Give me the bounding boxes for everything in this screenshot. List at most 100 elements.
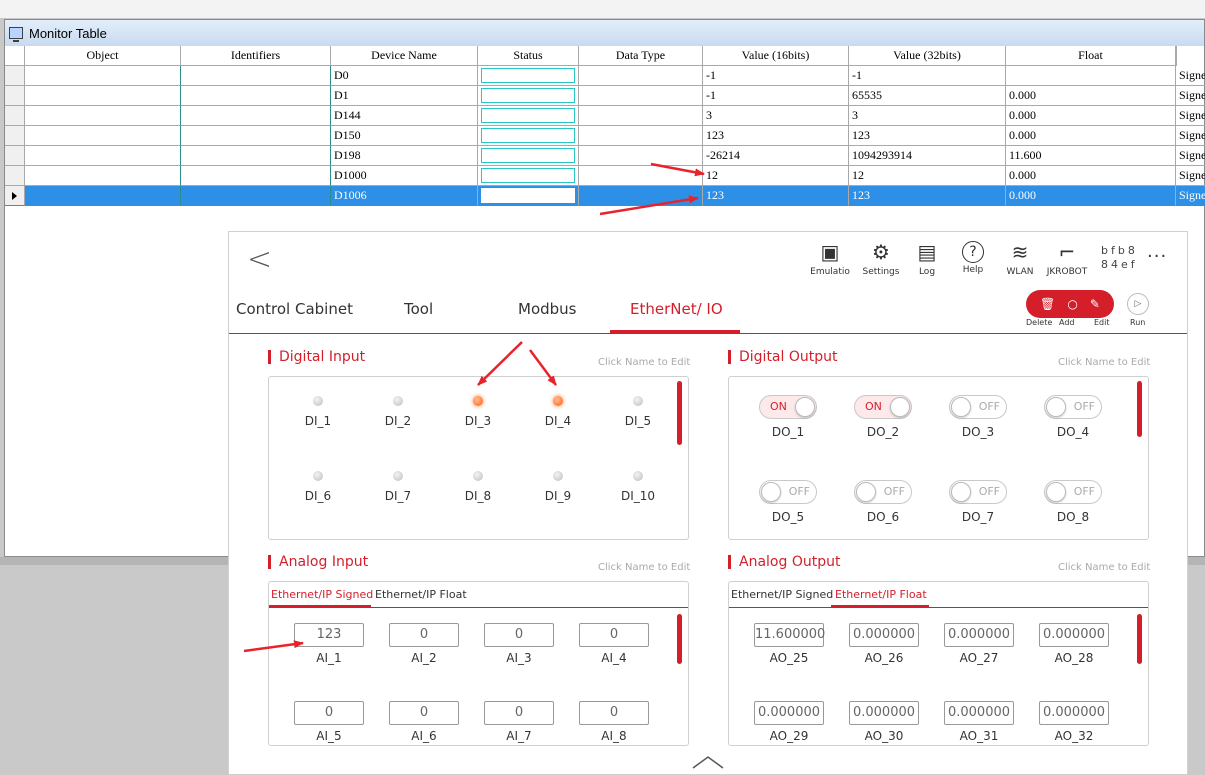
analog-output-value-field[interactable]: 0.000000 xyxy=(944,701,1014,725)
di-label[interactable]: DI_7 xyxy=(368,489,428,503)
status-cell[interactable] xyxy=(478,146,579,166)
table-cell[interactable] xyxy=(181,186,331,206)
di-label[interactable]: DI_3 xyxy=(448,414,508,428)
toolbar-settings-button[interactable]: ⚙ Settings xyxy=(855,239,907,277)
tab-modbus[interactable]: Modbus xyxy=(518,300,576,318)
do-toggle[interactable]: OFF xyxy=(854,480,912,504)
toolbar-emulatio-button[interactable]: ▣ Emulatio xyxy=(804,239,856,277)
do-toggle[interactable]: ON xyxy=(854,395,912,419)
column-header[interactable]: Object xyxy=(25,46,181,66)
di-label[interactable]: DI_10 xyxy=(608,489,668,503)
digital-input-10[interactable]: DI_10 xyxy=(608,471,668,503)
analog-input-label[interactable]: AI_7 xyxy=(479,729,559,743)
table-row[interactable]: D198 -26214 1094293914 11.600 Signe xyxy=(5,146,1205,166)
analog-input-value-field[interactable]: 0 xyxy=(484,623,554,647)
digital-input-3[interactable]: DI_3 xyxy=(448,396,508,428)
digital-input-4[interactable]: DI_4 xyxy=(528,396,588,428)
digital-input-2[interactable]: DI_2 xyxy=(368,396,428,428)
analog-output-value-field[interactable]: 0.000000 xyxy=(754,701,824,725)
table-cell[interactable] xyxy=(25,186,181,206)
do-toggle[interactable]: ON xyxy=(759,395,817,419)
cell-float[interactable]: 0.000 xyxy=(1006,106,1176,126)
tab-ethernet-io[interactable]: EtherNet/ IO xyxy=(630,300,723,318)
table-cell[interactable] xyxy=(25,146,181,166)
analog-input-value-field[interactable]: 0 xyxy=(389,701,459,725)
do-label[interactable]: DO_1 xyxy=(753,425,823,439)
status-cell[interactable] xyxy=(478,126,579,146)
cell-float[interactable] xyxy=(1006,66,1176,86)
table-row[interactable]: D1000 12 12 0.000 Signe xyxy=(5,166,1205,186)
back-chevron-icon[interactable]: < xyxy=(247,242,272,277)
row-header[interactable] xyxy=(5,146,25,166)
cell-v16[interactable]: 123 xyxy=(703,126,849,146)
analog-output-value-field[interactable]: 11.600000 xyxy=(754,623,825,647)
di-label[interactable]: DI_6 xyxy=(288,489,348,503)
toolbar-jkrobot-button[interactable]: ⌐ JKROBOT xyxy=(1041,239,1093,277)
cell-device[interactable]: D144 xyxy=(331,106,478,126)
cell-type[interactable]: Signe xyxy=(1176,86,1205,106)
do-toggle[interactable]: OFF xyxy=(949,480,1007,504)
digital-input-5[interactable]: DI_5 xyxy=(608,396,668,428)
row-header[interactable] xyxy=(5,86,25,106)
ai-scrollbar[interactable] xyxy=(677,614,682,664)
cell-float[interactable]: 0.000 xyxy=(1006,166,1176,186)
cell-type[interactable]: Signe xyxy=(1176,66,1205,86)
analog-output-label[interactable]: AO_25 xyxy=(749,651,829,665)
do-toggle[interactable]: OFF xyxy=(759,480,817,504)
toolbar-log-button[interactable]: ▤ Log xyxy=(901,239,953,277)
cell-type[interactable]: Signe xyxy=(1176,186,1205,206)
di-label[interactable]: DI_5 xyxy=(608,414,668,428)
ao-scrollbar[interactable] xyxy=(1137,614,1142,664)
cell-v32[interactable]: -1 xyxy=(849,66,1006,86)
table-cell[interactable] xyxy=(579,126,703,146)
do-toggle[interactable]: OFF xyxy=(949,395,1007,419)
status-cell[interactable] xyxy=(478,86,579,106)
table-row[interactable]: D144 3 3 0.000 Signe xyxy=(5,106,1205,126)
cell-float[interactable]: 0.000 xyxy=(1006,186,1176,206)
analog-output-value-field[interactable]: 0.000000 xyxy=(1039,701,1109,725)
subtab-ao-signed[interactable]: Ethernet/IP Signed xyxy=(731,588,833,601)
cell-float[interactable]: 0.000 xyxy=(1006,126,1176,146)
analog-output-label[interactable]: AO_32 xyxy=(1034,729,1114,743)
analog-output-label[interactable]: AO_28 xyxy=(1034,651,1114,665)
do-label[interactable]: DO_7 xyxy=(943,510,1013,524)
table-cell[interactable] xyxy=(579,166,703,186)
table-cell[interactable] xyxy=(181,66,331,86)
table-cell[interactable] xyxy=(25,66,181,86)
cell-v32[interactable]: 12 xyxy=(849,166,1006,186)
digital-input-1[interactable]: DI_1 xyxy=(288,396,348,428)
analog-input-value-field[interactable]: 0 xyxy=(484,701,554,725)
column-header[interactable]: Identifiers xyxy=(181,46,331,66)
analog-input-label[interactable]: AI_2 xyxy=(384,651,464,665)
row-header[interactable] xyxy=(5,66,25,86)
cell-v16[interactable]: 123 xyxy=(703,186,849,206)
table-cell[interactable] xyxy=(181,86,331,106)
analog-output-value-field[interactable]: 0.000000 xyxy=(849,701,919,725)
do-label[interactable]: DO_3 xyxy=(943,425,1013,439)
do-label[interactable]: DO_8 xyxy=(1038,510,1108,524)
add-icon[interactable]: ○ xyxy=(1067,297,1077,311)
do-label[interactable]: DO_4 xyxy=(1038,425,1108,439)
table-cell[interactable] xyxy=(25,126,181,146)
analog-input-label[interactable]: AI_5 xyxy=(289,729,369,743)
cell-type[interactable]: Signe xyxy=(1176,126,1205,146)
tab-tool[interactable]: Tool xyxy=(404,300,433,318)
cell-type[interactable]: Signe xyxy=(1176,146,1205,166)
analog-output-label[interactable]: AO_27 xyxy=(939,651,1019,665)
status-cell[interactable] xyxy=(478,66,579,86)
column-header[interactable]: Status xyxy=(478,46,579,66)
delete-icon[interactable]: 🗑 xyxy=(1040,297,1055,311)
table-cell[interactable] xyxy=(579,86,703,106)
column-header[interactable]: Float xyxy=(1006,46,1176,66)
cell-device[interactable]: D150 xyxy=(331,126,478,146)
analog-output-value-field[interactable]: 0.000000 xyxy=(944,623,1014,647)
table-cell[interactable] xyxy=(181,126,331,146)
table-cell[interactable] xyxy=(579,146,703,166)
column-header[interactable]: Value (32bits) xyxy=(849,46,1006,66)
di-label[interactable]: DI_8 xyxy=(448,489,508,503)
table-cell[interactable] xyxy=(181,166,331,186)
cell-device[interactable]: D198 xyxy=(331,146,478,166)
analog-input-label[interactable]: AI_4 xyxy=(574,651,654,665)
table-row[interactable]: D1006 123 123 0.000 Signe xyxy=(5,186,1205,206)
column-header[interactable] xyxy=(1176,46,1177,66)
